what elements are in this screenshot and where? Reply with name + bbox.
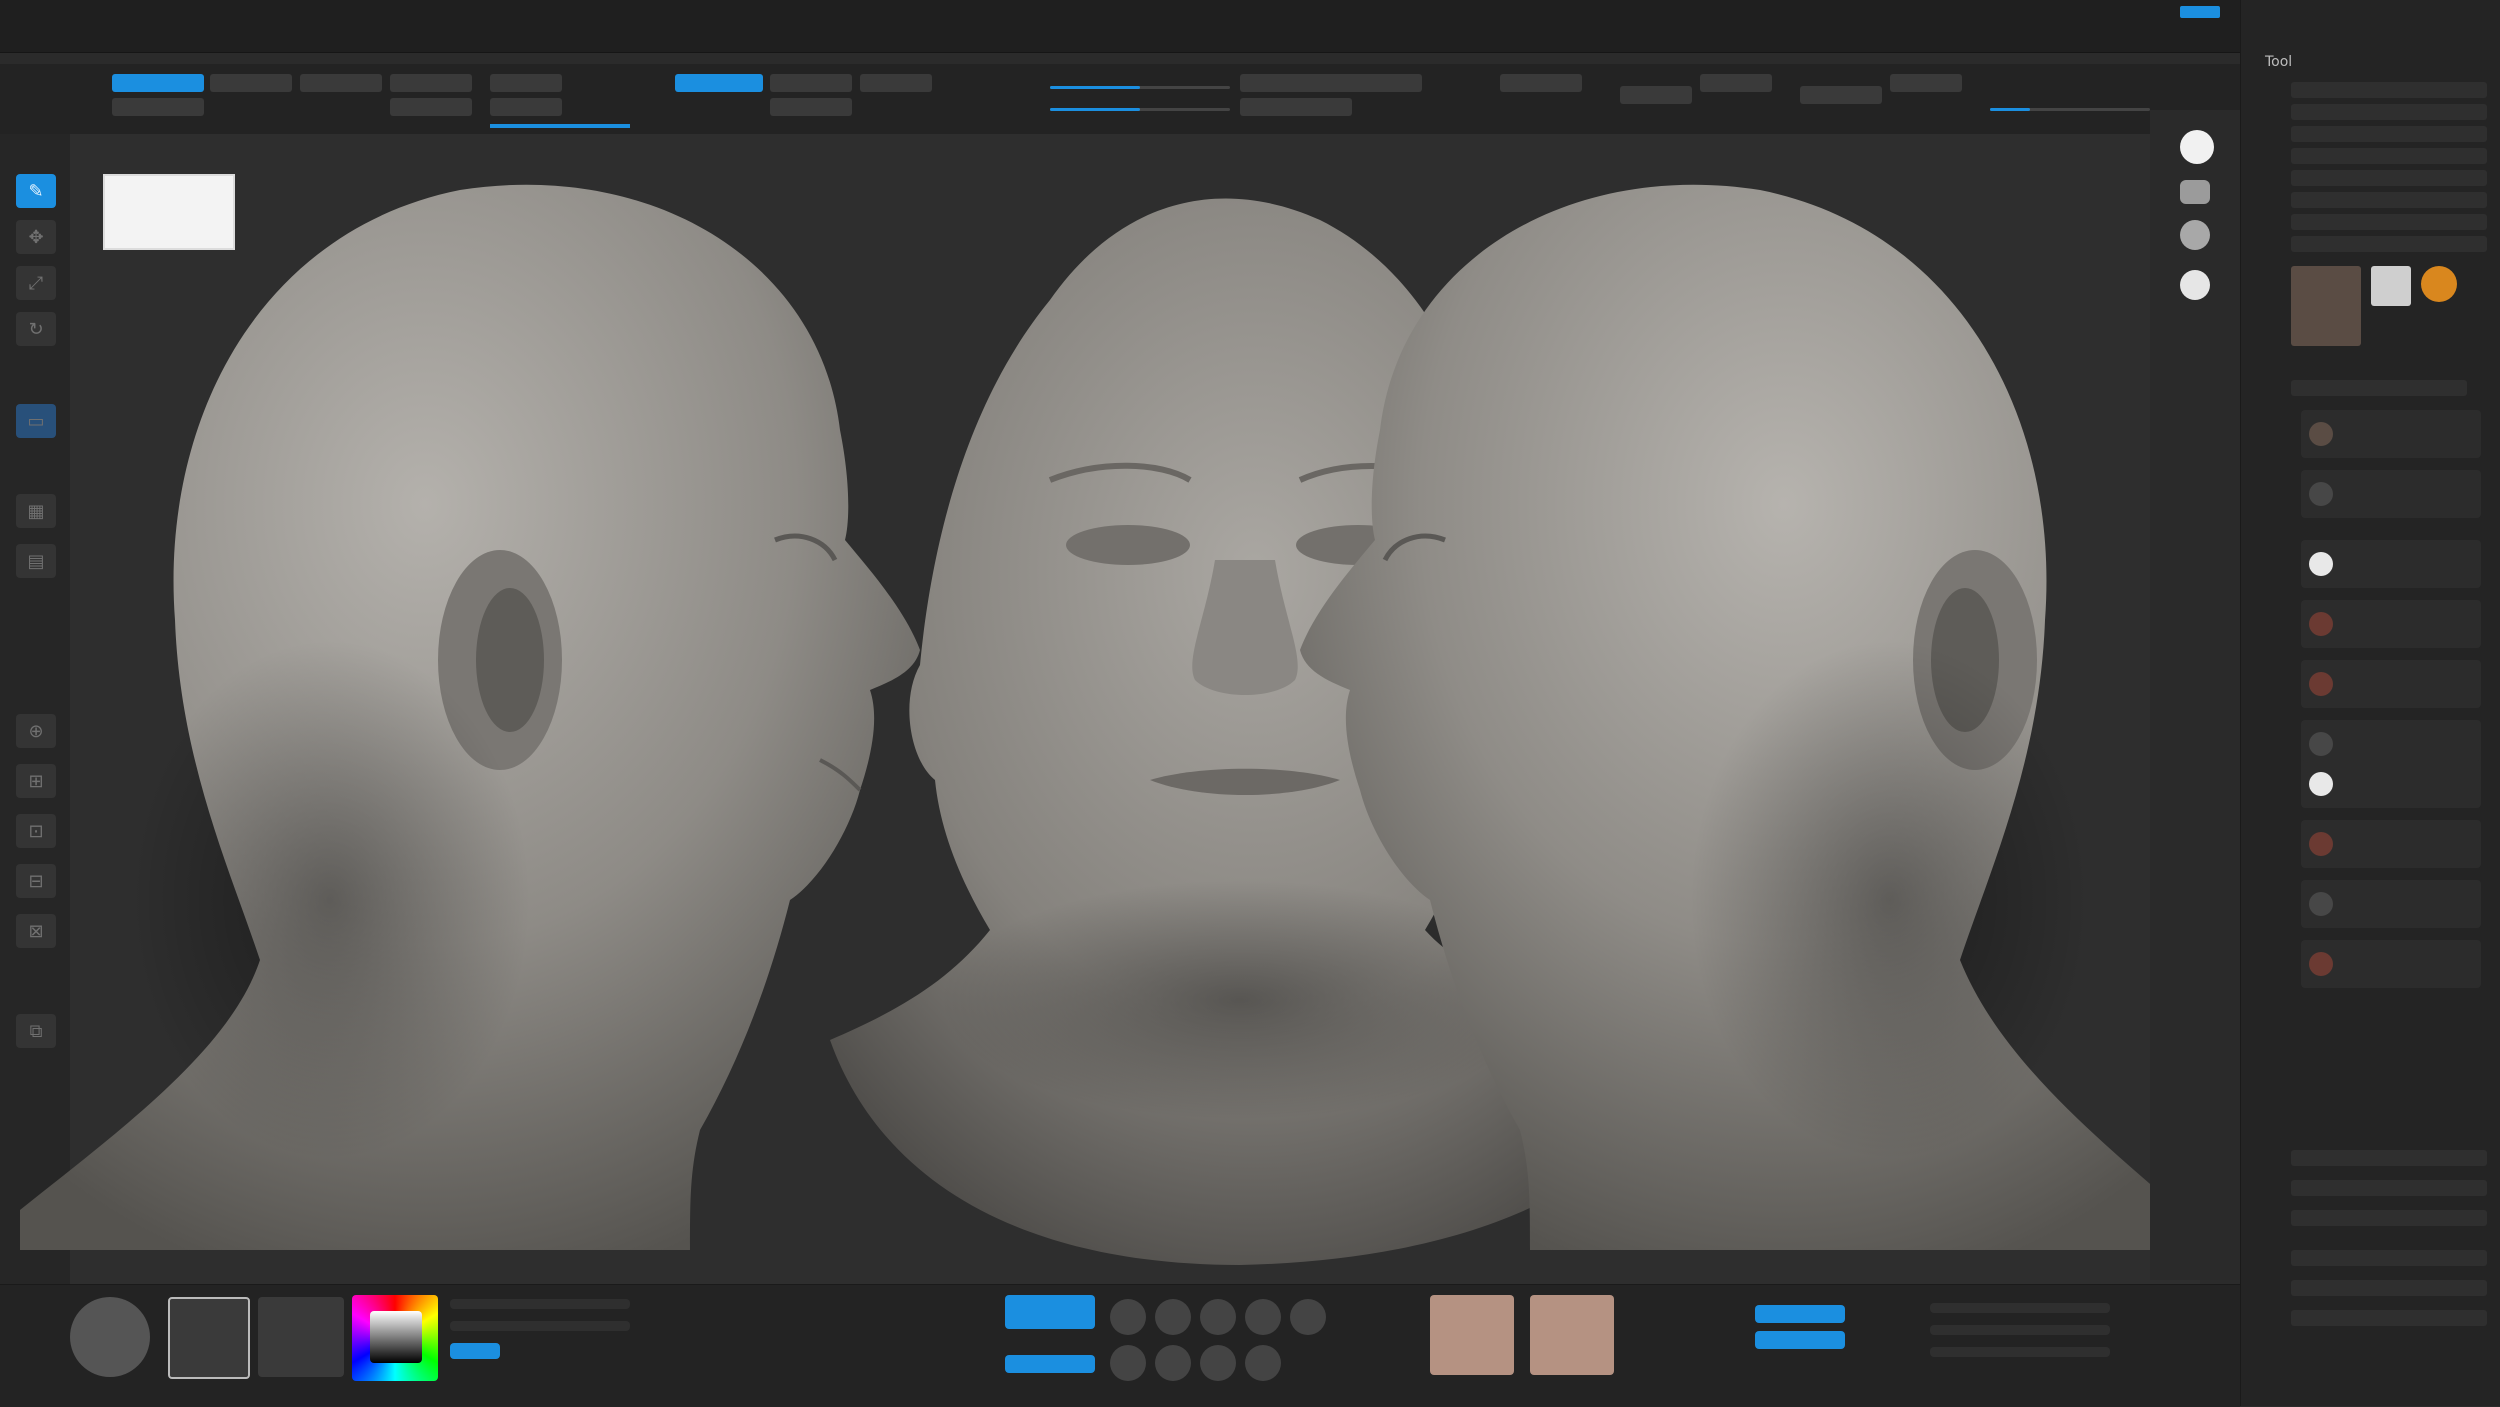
tool-row[interactable] — [2291, 1150, 2487, 1166]
tool-row[interactable] — [2291, 170, 2487, 186]
subtool-item[interactable] — [2301, 600, 2481, 648]
color-picker-inner[interactable] — [370, 1311, 422, 1363]
eye-left — [1066, 525, 1190, 565]
brush-slot[interactable] — [1290, 1299, 1326, 1335]
tool-row[interactable] — [2291, 1250, 2487, 1266]
tool-row[interactable] — [2291, 214, 2487, 230]
bottom-blue-button[interactable] — [1755, 1331, 1845, 1349]
tool-row[interactable] — [2291, 1210, 2487, 1226]
sculpt-heads — [20, 184, 2180, 1266]
tool-thumbnail[interactable] — [2421, 266, 2457, 302]
tool-panel: Tool — [2240, 0, 2500, 1406]
tool-row[interactable] — [2291, 1280, 2487, 1296]
bottom-slider[interactable] — [450, 1299, 630, 1309]
texture-thumbnail[interactable] — [1530, 1295, 1614, 1375]
tool-row[interactable] — [2291, 126, 2487, 142]
subtool-item[interactable] — [2301, 880, 2481, 928]
brush-thumbnail[interactable] — [168, 1297, 250, 1379]
tool-row[interactable] — [2291, 1180, 2487, 1196]
subtool-item[interactable] — [2301, 660, 2481, 708]
nav-ball[interactable] — [2180, 270, 2210, 300]
brush-slot[interactable] — [1245, 1345, 1281, 1381]
tool-row[interactable] — [2291, 192, 2487, 208]
bottom-slider[interactable] — [1930, 1347, 2110, 1357]
tool-row[interactable] — [2291, 82, 2487, 98]
bottom-slider[interactable] — [1930, 1325, 2110, 1335]
brush-slot[interactable] — [1155, 1345, 1191, 1381]
bottom-slider[interactable] — [450, 1321, 630, 1331]
brush-slot[interactable] — [1245, 1299, 1281, 1335]
subtool-item[interactable] — [2301, 540, 2481, 588]
texture-thumbnail[interactable] — [1430, 1295, 1514, 1375]
head-left-profile — [20, 184, 920, 1250]
subtool-item[interactable] — [2301, 470, 2481, 518]
subtool-item[interactable] — [2301, 820, 2481, 868]
bottom-blue-button[interactable] — [1005, 1295, 1095, 1329]
brush-slot[interactable] — [1110, 1345, 1146, 1381]
tool-row[interactable] — [2291, 236, 2487, 252]
stroke-thumbnail[interactable] — [258, 1297, 344, 1377]
subtool-item[interactable] — [2301, 760, 2481, 808]
nav-icon[interactable] — [2180, 180, 2210, 204]
bottom-slider[interactable] — [1930, 1303, 2110, 1313]
tool-row[interactable] — [2291, 104, 2487, 120]
subtool-item[interactable] — [2301, 940, 2481, 988]
tool-row[interactable] — [2291, 148, 2487, 164]
material-sphere[interactable] — [70, 1297, 150, 1377]
tool-row[interactable] — [2291, 1310, 2487, 1326]
bottom-blue-button[interactable] — [1755, 1305, 1845, 1323]
tool-thumbnail[interactable] — [2371, 266, 2411, 306]
nav-ball[interactable] — [2180, 220, 2210, 250]
brush-slot[interactable] — [1200, 1345, 1236, 1381]
tool-thumbnail[interactable] — [2291, 266, 2361, 346]
subtool-header[interactable] — [2291, 380, 2467, 396]
material-ball[interactable] — [2180, 130, 2214, 164]
bottom-toggle[interactable] — [450, 1343, 500, 1359]
tool-panel-title: Tool — [2265, 54, 2293, 70]
brush-slot[interactable] — [1110, 1299, 1146, 1335]
bottom-shelf — [0, 1284, 2240, 1407]
brush-slot[interactable] — [1200, 1299, 1236, 1335]
bottom-blue-button[interactable] — [1005, 1355, 1095, 1373]
right-nav-strip — [2150, 110, 2240, 1280]
brush-slot[interactable] — [1155, 1299, 1191, 1335]
subtool-item[interactable] — [2301, 410, 2481, 458]
